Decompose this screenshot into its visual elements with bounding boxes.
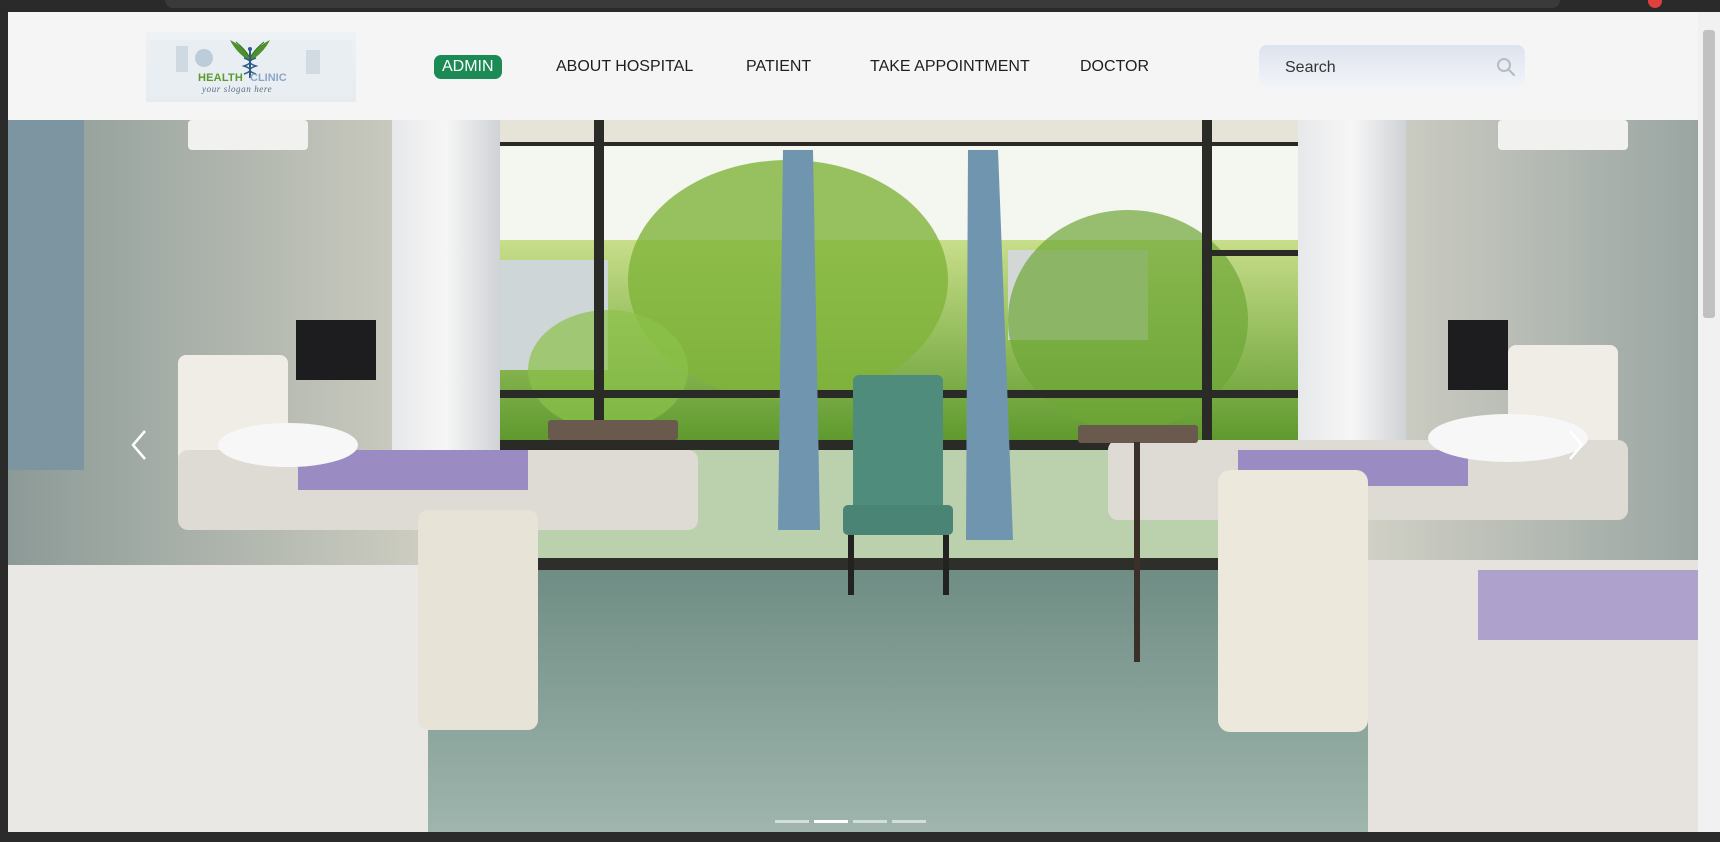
chevron-right-icon[interactable] <box>1560 425 1590 465</box>
page-scrollbar[interactable] <box>1698 12 1720 832</box>
logo-brand-text-secondary: CLINIC <box>250 72 287 84</box>
browser-address-bar[interactable] <box>165 0 1560 8</box>
browser-top-bar <box>0 0 1720 12</box>
carousel-indicator-3[interactable] <box>853 820 887 823</box>
browser-notification-icon[interactable] <box>1648 0 1662 8</box>
nav-item-admin[interactable]: ADMIN <box>434 55 502 79</box>
nav-item-about-hospital[interactable]: ABOUT HOSPITAL <box>556 55 693 79</box>
scrollbar-thumb[interactable] <box>1703 30 1715 318</box>
carousel-indicator-1[interactable] <box>775 820 809 823</box>
logo-slogan: your slogan here <box>202 84 273 94</box>
logo-brand-text: HEALTH <box>198 72 243 84</box>
page: HEALTH CLINIC your slogan here ADMIN ABO… <box>8 12 1698 832</box>
carousel-indicator-2[interactable] <box>814 820 848 823</box>
nav-item-patient[interactable]: PATIENT <box>746 55 811 79</box>
nav-item-take-appointment[interactable]: TAKE APPOINTMENT <box>870 55 1030 79</box>
chevron-left-icon[interactable] <box>125 425 155 465</box>
browser-bottom-edge <box>0 832 1720 842</box>
carousel-indicator-4[interactable] <box>892 820 926 823</box>
nav-item-doctor[interactable]: DOCTOR <box>1080 55 1149 79</box>
site-header: HEALTH CLINIC your slogan here ADMIN ABO… <box>8 12 1698 120</box>
hero-carousel <box>8 120 1698 832</box>
hospital-ward-image <box>8 120 1698 832</box>
search-input[interactable] <box>1269 45 1502 91</box>
search-icon[interactable] <box>1496 57 1516 77</box>
search-box <box>1259 45 1525 91</box>
site-logo[interactable]: HEALTH CLINIC your slogan here <box>146 32 356 102</box>
